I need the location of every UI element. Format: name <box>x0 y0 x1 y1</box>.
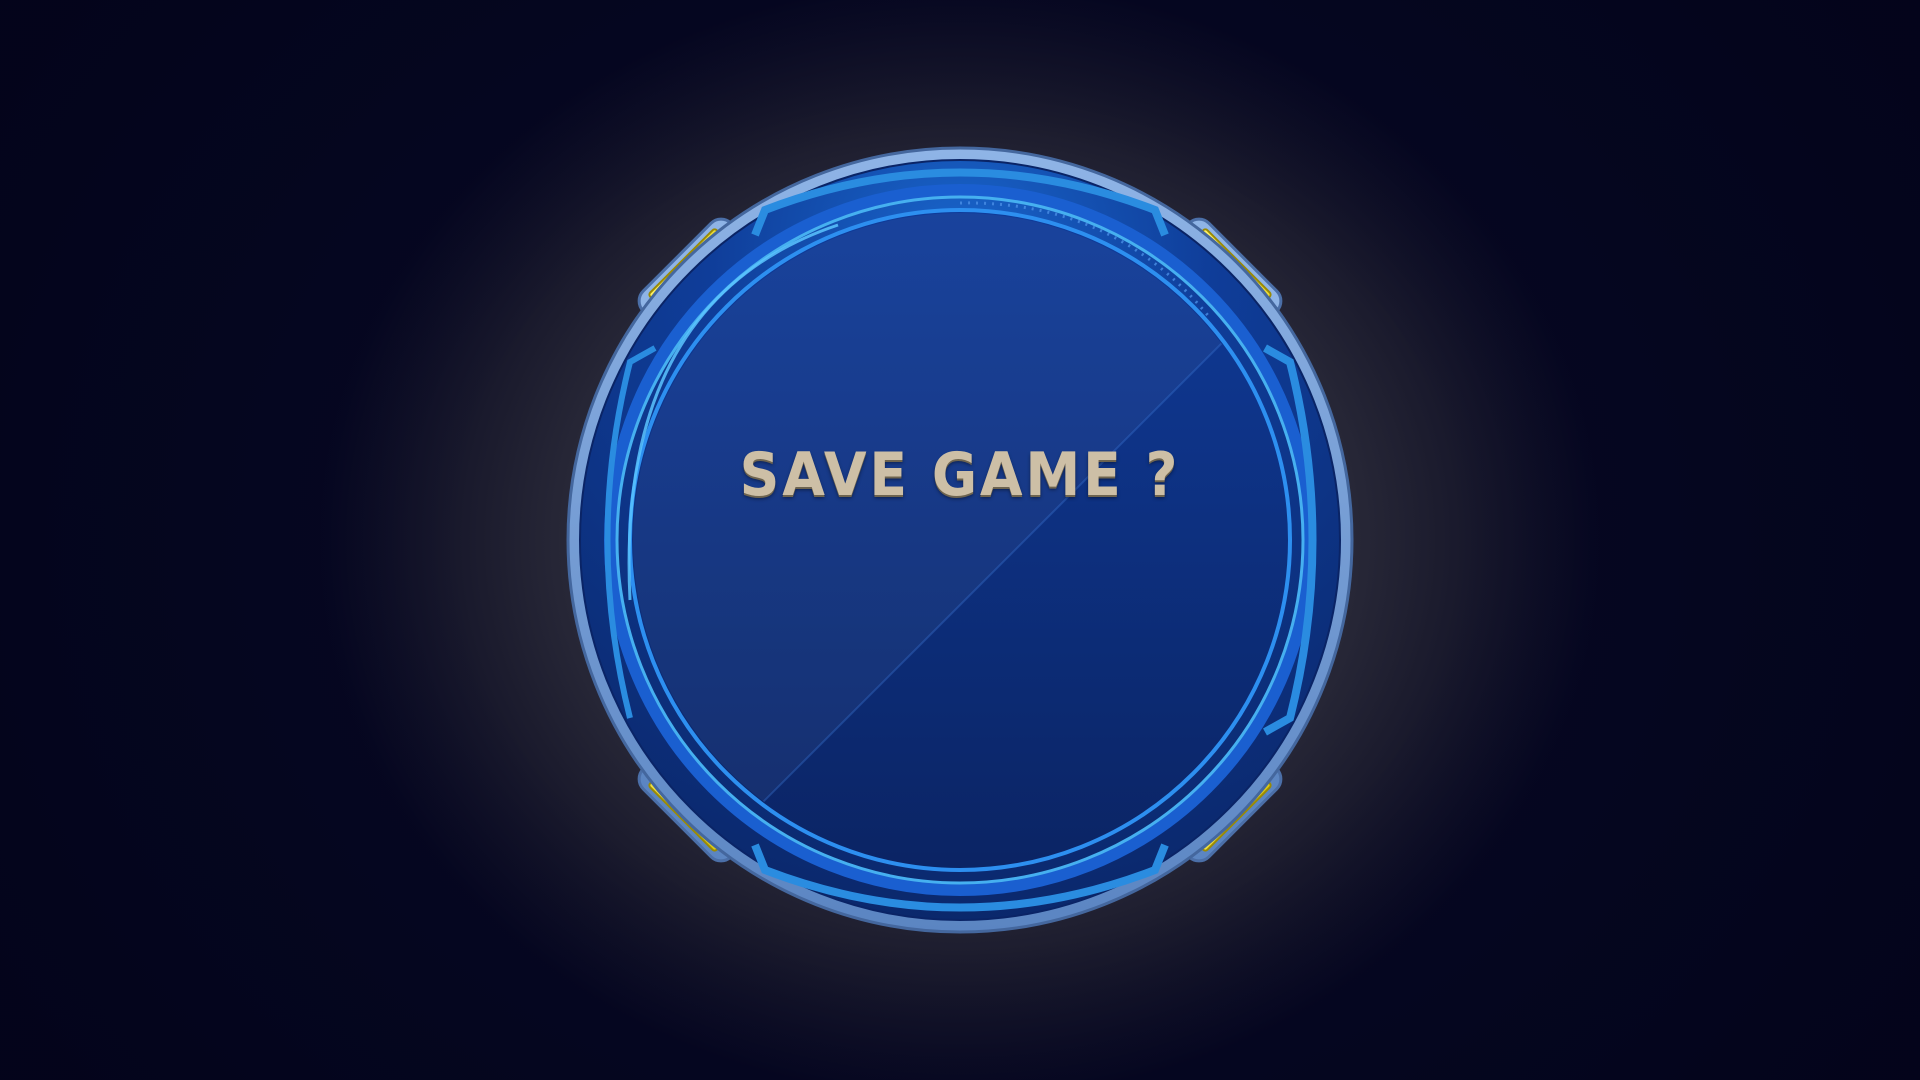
dialog-title: SAVE GAME ? <box>739 440 1181 510</box>
dialog-frame <box>566 146 1354 934</box>
save-game-dialog: SAVE GAME ? <box>555 140 1365 950</box>
